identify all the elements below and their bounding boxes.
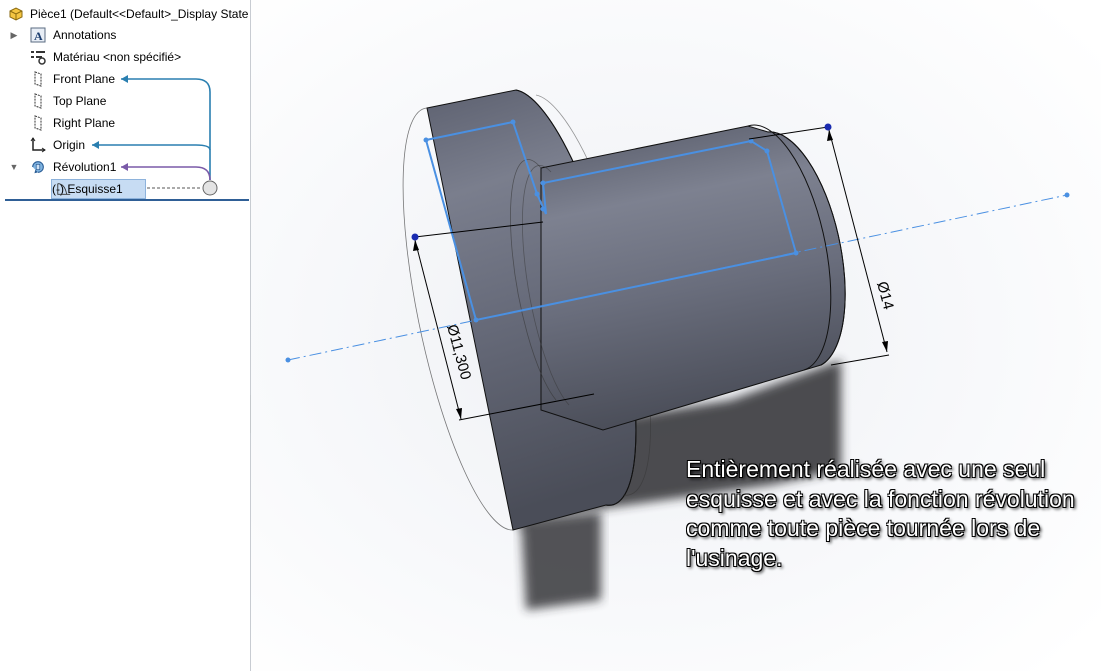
- rollback-bar[interactable]: [5, 199, 249, 201]
- annotation-callout: Entièrement réalisée avec une seul esqui…: [686, 456, 1075, 571]
- dependency-node: [202, 180, 218, 196]
- dependency-arrows: [92, 75, 218, 196]
- graphics-area[interactable]: Ø11,300 Ø14 Entièrement réalisée avec un…: [251, 0, 1101, 671]
- feature-manager-tree: Pièce1 (Default<<Default>_Display State …: [0, 0, 251, 671]
